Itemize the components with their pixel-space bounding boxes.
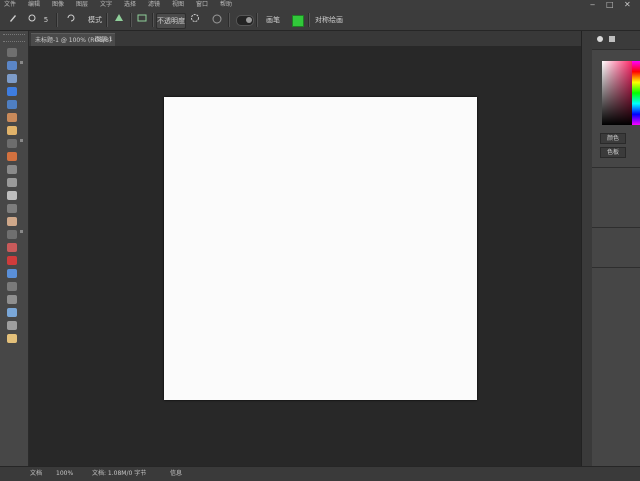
swatches-icon[interactable] — [608, 35, 616, 45]
document-tabs: 未标题-1 @ 100% (RGB/8) 图层 1 — [29, 31, 581, 47]
blur-tool-icon[interactable] — [7, 204, 17, 213]
smoothing-icon[interactable] — [188, 13, 202, 27]
canvas[interactable] — [164, 97, 477, 400]
gradient-tool-icon[interactable] — [7, 191, 17, 200]
menu-item-image[interactable]: 图像 — [52, 0, 64, 10]
brush-tool-icon[interactable] — [7, 139, 17, 148]
menu-item-view[interactable]: 视图 — [172, 0, 184, 10]
pen-tool-icon[interactable] — [7, 230, 17, 239]
move-tool-icon[interactable] — [7, 48, 17, 57]
brush-preset-icon[interactable] — [26, 13, 38, 27]
document-info[interactable]: 文档: 1.08M/0 字节 — [92, 469, 146, 479]
shape-tool-icon[interactable] — [7, 269, 17, 278]
separator — [130, 13, 132, 27]
menu-item-window[interactable]: 窗口 — [196, 0, 208, 10]
separator — [106, 13, 108, 27]
foreground-color-icon[interactable] — [7, 334, 17, 343]
airbrush-icon[interactable] — [110, 13, 128, 27]
tab-layer[interactable]: 图层 1 — [91, 33, 117, 46]
screen-mode-icon[interactable] — [7, 321, 17, 330]
color-panel: 颜色 色板 — [592, 31, 640, 466]
color-icon[interactable] — [596, 35, 604, 45]
tool-group-marker — [20, 230, 23, 233]
type-tool-icon[interactable] — [7, 243, 17, 252]
panel-divider — [592, 267, 640, 268]
quick-select-tool-icon[interactable] — [7, 87, 17, 96]
tools-panel — [0, 31, 29, 466]
swatches-button[interactable]: 色板 — [600, 147, 626, 158]
flow-icon[interactable] — [208, 13, 226, 27]
close-button[interactable]: ✕ — [624, 0, 631, 10]
active-tool-option[interactable]: 画笔 — [262, 13, 284, 27]
dodge-tool-icon[interactable] — [7, 217, 17, 226]
maximize-button[interactable]: □ — [606, 0, 614, 10]
history-brush-tool-icon[interactable] — [7, 165, 17, 174]
crop-tool-icon[interactable] — [7, 100, 17, 109]
minimize-button[interactable]: ‒ — [590, 0, 595, 10]
rotate-icon[interactable] — [62, 13, 80, 27]
color-button[interactable]: 颜色 — [600, 133, 626, 144]
color-picker-field[interactable] — [602, 61, 632, 125]
opacity-field[interactable]: 不透明度 — [156, 13, 186, 29]
menu-item-layer[interactable]: 图层 — [76, 0, 88, 10]
brush-size[interactable]: 5 — [42, 13, 50, 27]
status-doc-label: 文档 — [30, 470, 43, 477]
eyedropper-tool-icon[interactable] — [7, 113, 17, 122]
mode-label[interactable]: 模式 — [86, 13, 104, 27]
zoom-tool-icon[interactable] — [7, 295, 17, 304]
hand-tool-icon[interactable] — [7, 282, 17, 291]
stamp-tool-icon[interactable] — [7, 152, 17, 161]
pressure-icon[interactable] — [134, 13, 150, 27]
menu-item-help[interactable]: 帮助 — [220, 0, 232, 10]
separator — [152, 13, 154, 27]
quick-mask-icon[interactable] — [7, 308, 17, 317]
tool-group-marker — [20, 139, 23, 142]
menu-item-edit[interactable]: 编辑 — [28, 0, 40, 10]
menu-item-select[interactable]: 选择 — [124, 0, 136, 10]
lasso-tool-icon[interactable] — [7, 74, 17, 83]
brush-icon[interactable] — [6, 13, 20, 27]
separator — [256, 13, 258, 27]
zoom-level[interactable]: 100% — [56, 469, 73, 479]
toggle-switch[interactable] — [236, 15, 254, 26]
green-swatch[interactable] — [292, 15, 304, 27]
panel-header — [592, 31, 640, 50]
menu-item-file[interactable]: 文件 — [4, 0, 16, 10]
status-bar: 文档 100% 文档: 1.08M/0 字节 信息 — [0, 466, 640, 481]
menu-item-type[interactable]: 文字 — [100, 0, 112, 10]
options-bar: 5 模式 不透明度 画笔 对称绘画 — [0, 10, 640, 39]
path-select-tool-icon[interactable] — [7, 256, 17, 265]
healing-tool-icon[interactable] — [7, 126, 17, 135]
panel-divider — [592, 227, 640, 228]
hue-slider[interactable] — [632, 61, 640, 125]
tool-group-marker — [20, 61, 23, 64]
eraser-tool-icon[interactable] — [7, 178, 17, 187]
symmetry-option[interactable]: 对称绘画 — [314, 13, 344, 27]
separator — [56, 13, 58, 27]
panel-divider — [592, 167, 640, 168]
toolbar-handle[interactable] — [3, 34, 25, 42]
marquee-tool-icon[interactable] — [7, 61, 17, 70]
separator — [308, 13, 310, 27]
separator — [228, 13, 230, 27]
status-info: 信息 — [170, 470, 183, 477]
menu-item-filter[interactable]: 滤镜 — [148, 0, 160, 10]
